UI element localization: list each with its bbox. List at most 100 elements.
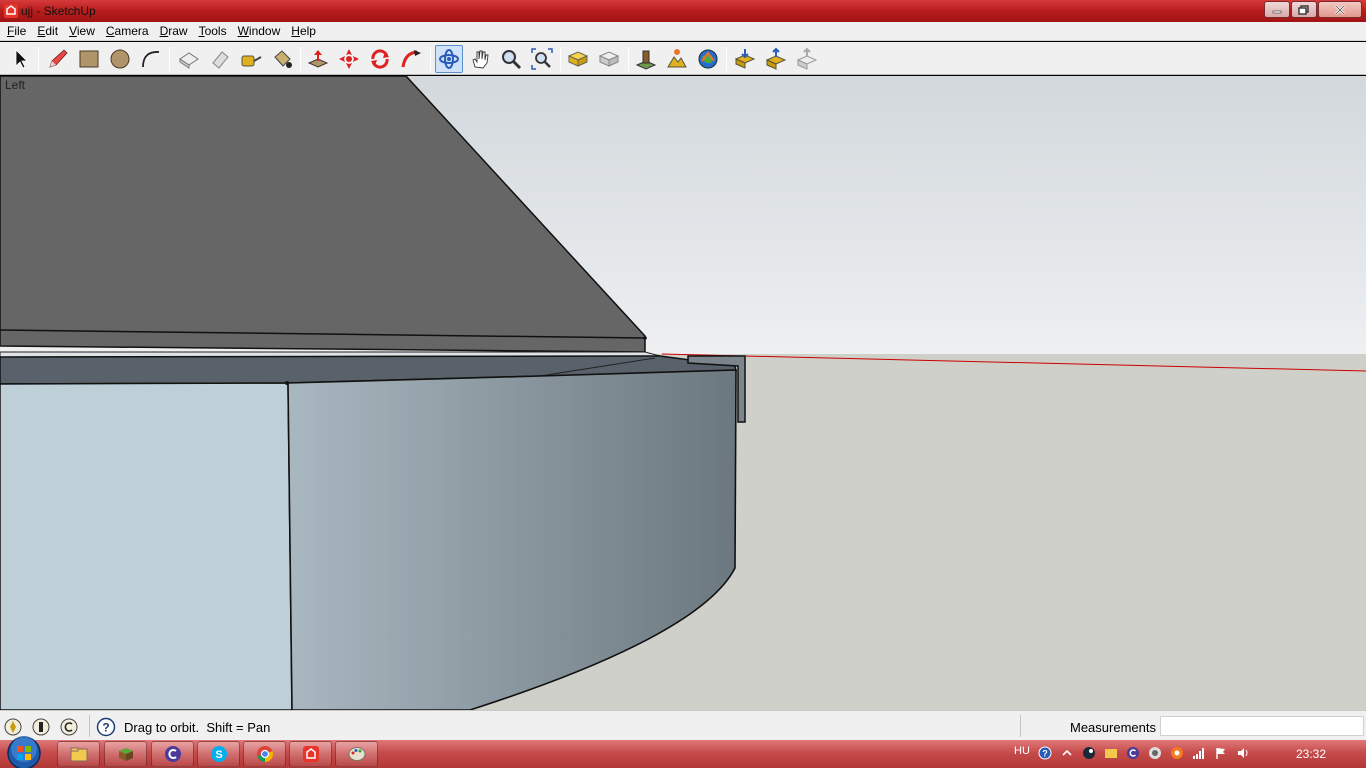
move-icon (339, 49, 359, 69)
menu-file[interactable]: File (3, 24, 30, 38)
svg-text:S: S (215, 749, 222, 761)
close-button[interactable] (1318, 1, 1362, 18)
paint-palette-icon (348, 747, 365, 761)
previous-view-tool[interactable] (564, 45, 592, 73)
geo-location-icon[interactable] (3, 717, 23, 737)
minimize-icon (1272, 10, 1282, 13)
select-tool[interactable] (6, 45, 34, 73)
network-adapter-icon[interactable] (1148, 746, 1162, 760)
move-tool[interactable] (335, 45, 363, 73)
rectangle-tool[interactable] (75, 45, 103, 73)
share-model-icon (765, 47, 787, 70)
zoom-extents-icon (531, 48, 553, 70)
taskbar-explorer[interactable] (57, 741, 100, 767)
google-earth-tool[interactable] (694, 45, 722, 73)
c-logo-icon (164, 746, 181, 762)
eraser-tool[interactable] (206, 45, 234, 73)
magnifier-icon (502, 50, 522, 70)
menu-tools[interactable]: Tools (195, 24, 231, 38)
push-pull-tool[interactable] (304, 45, 332, 73)
share-component-icon (796, 47, 818, 70)
show-hidden-icons-icon[interactable] (1060, 746, 1074, 760)
toggle-terrain-tool[interactable] (663, 45, 691, 73)
c-logo-tray-icon[interactable] (1126, 746, 1140, 760)
arc-tool[interactable] (137, 45, 165, 73)
orbit-tool[interactable] (435, 45, 463, 73)
copyright-icon[interactable] (59, 717, 79, 737)
menu-window[interactable]: Window (234, 24, 285, 38)
credits-icon[interactable] (31, 717, 51, 737)
modeling-viewport[interactable]: Left (0, 76, 1366, 710)
tape-measure-tool[interactable] (237, 45, 265, 73)
taskbar-skype[interactable]: S (197, 741, 240, 767)
action-center-flag-icon[interactable] (1214, 746, 1228, 760)
3d-scene[interactable] (0, 76, 1366, 710)
windows-taskbar: S HU ? 23:32 (0, 736, 1366, 768)
menu-bar: File Edit View Camera Draw Tools Window … (0, 22, 1366, 41)
previous-view-icon (567, 51, 589, 67)
eraser-icon (212, 51, 229, 69)
measurements-input[interactable] (1160, 716, 1364, 736)
folder-tray-icon[interactable] (1104, 746, 1118, 760)
push-pull-icon (307, 50, 329, 68)
steam-icon[interactable] (1082, 746, 1096, 760)
taskbar-paint[interactable] (335, 741, 378, 767)
get-models-tool[interactable] (731, 45, 759, 73)
taskbar-app-c[interactable] (151, 741, 194, 767)
menu-view[interactable]: View (65, 24, 99, 38)
share-model-tool[interactable] (762, 45, 790, 73)
restore-icon (1298, 4, 1309, 15)
paint-bucket-icon (274, 50, 292, 68)
get-models-icon (734, 49, 756, 69)
volume-icon[interactable] (1236, 746, 1250, 760)
system-tray: HU ? 23:32 (1010, 740, 1366, 768)
follow-me-tool[interactable] (397, 45, 425, 73)
menu-help[interactable]: Help (287, 24, 320, 38)
arc-icon (142, 51, 160, 68)
view-label: Left (5, 78, 26, 92)
circle-tool[interactable] (106, 45, 134, 73)
restore-button[interactable] (1291, 1, 1317, 18)
menu-edit[interactable]: Edit (33, 24, 62, 38)
avast-icon[interactable] (1170, 746, 1184, 760)
rotate-tool[interactable] (366, 45, 394, 73)
skype-icon: S (210, 746, 227, 762)
status-bar: ? Drag to orbit. Shift = Pan Measurement… (0, 710, 1366, 740)
next-view-tool[interactable] (595, 45, 623, 73)
share-component-tool[interactable] (793, 45, 821, 73)
add-location-tool[interactable] (632, 45, 660, 73)
taskbar-minecraft[interactable] (104, 741, 147, 767)
make-component-tool[interactable] (175, 45, 203, 73)
left-wall (0, 382, 293, 710)
svg-text:?: ? (102, 721, 109, 735)
svg-text:?: ? (1042, 749, 1048, 759)
orbit-icon (439, 49, 459, 69)
signal-strength-icon[interactable] (1192, 746, 1206, 760)
help-icon[interactable]: ? (96, 717, 116, 737)
rotate-icon (371, 49, 389, 69)
minimize-button[interactable] (1264, 1, 1290, 18)
add-location-icon (635, 50, 657, 70)
pan-tool[interactable] (466, 45, 494, 73)
help-tray-icon[interactable]: ? (1038, 746, 1052, 760)
taskbar-chrome[interactable] (243, 741, 286, 767)
follow-me-icon (401, 50, 421, 68)
line-tool[interactable] (44, 45, 72, 73)
close-icon (1335, 4, 1345, 15)
measurements-label: Measurements (1070, 720, 1156, 735)
language-indicator[interactable]: HU (1014, 745, 1030, 757)
window-title: ujj - SketchUp (21, 4, 96, 18)
menu-camera[interactable]: Camera (102, 24, 153, 38)
zoom-extents-tool[interactable] (528, 45, 556, 73)
clock[interactable]: 23:32 (1296, 747, 1326, 761)
zoom-tool[interactable] (497, 45, 525, 73)
earth-icon (698, 49, 718, 69)
hand-icon (472, 50, 489, 69)
start-button[interactable] (4, 735, 44, 768)
taskbar-sketchup[interactable] (289, 741, 332, 767)
paint-bucket-tool[interactable] (268, 45, 296, 73)
status-hint: Drag to orbit. Shift = Pan (124, 720, 271, 735)
menu-draw[interactable]: Draw (156, 24, 192, 38)
sketchup-app-icon[interactable] (3, 3, 19, 19)
circle-icon (110, 49, 130, 69)
